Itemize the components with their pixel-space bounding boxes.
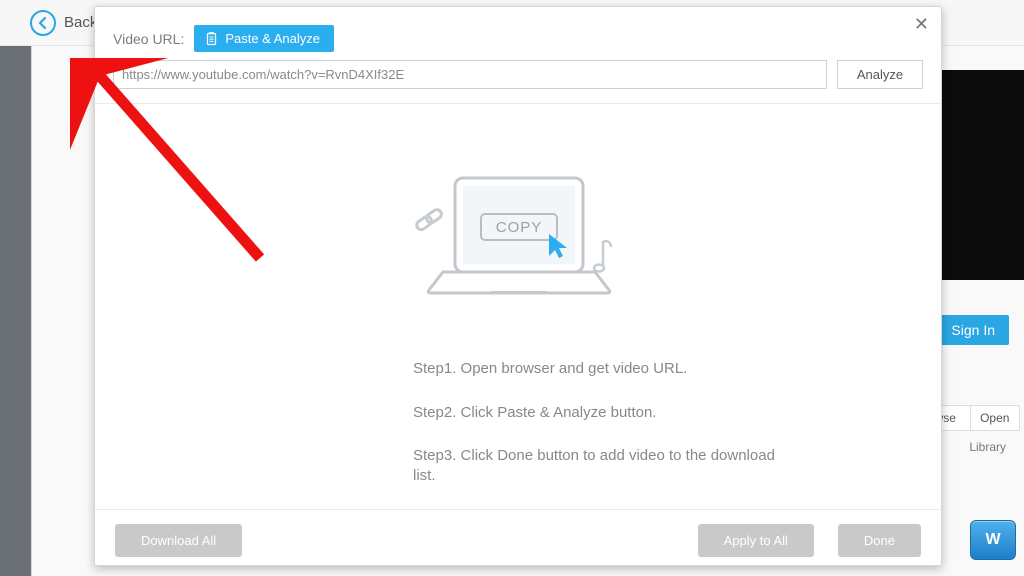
- back-button[interactable]: Back: [30, 10, 97, 36]
- url-input-row: Analyze: [95, 60, 941, 104]
- apply-to-all-button[interactable]: Apply to All: [698, 524, 814, 557]
- glossy-action-button[interactable]: W: [970, 520, 1016, 560]
- download-all-button[interactable]: Download All: [115, 524, 242, 557]
- url-label-row: Video URL: Paste & Analyze: [95, 7, 941, 60]
- sign-in-button[interactable]: Sign In: [937, 315, 1009, 345]
- step-2-text: Step2. Click Paste & Analyze button.: [413, 403, 798, 423]
- video-url-dialog: ✕ Video URL: Paste & Analyze Analyze: [94, 6, 942, 566]
- open-button[interactable]: Open: [971, 406, 1020, 430]
- back-label: Back: [64, 14, 97, 31]
- step-3-text: Step3. Click Done button to add video to…: [413, 446, 798, 485]
- close-icon[interactable]: ✕: [914, 15, 929, 33]
- copy-url-illustration: COPY: [403, 174, 633, 329]
- clipboard-icon: [204, 31, 218, 46]
- back-arrow-icon: [30, 10, 56, 36]
- glossy-button-label: W: [985, 531, 1000, 549]
- video-url-label: Video URL:: [113, 31, 184, 47]
- step-1-text: Step1. Open browser and get video URL.: [413, 359, 798, 379]
- dialog-footer: Download All Apply to All Done: [95, 509, 941, 571]
- dialog-body: COPY Step1. Open browser and get video U…: [95, 104, 941, 509]
- paste-analyze-label: Paste & Analyze: [225, 31, 320, 46]
- copy-label: COPY: [496, 219, 543, 236]
- done-button[interactable]: Done: [838, 524, 921, 557]
- library-label: Library: [969, 440, 1006, 454]
- video-url-input[interactable]: [113, 60, 827, 89]
- instruction-steps: Step1. Open browser and get video URL. S…: [238, 359, 798, 509]
- paste-analyze-button[interactable]: Paste & Analyze: [194, 25, 334, 52]
- analyze-button[interactable]: Analyze: [837, 60, 923, 89]
